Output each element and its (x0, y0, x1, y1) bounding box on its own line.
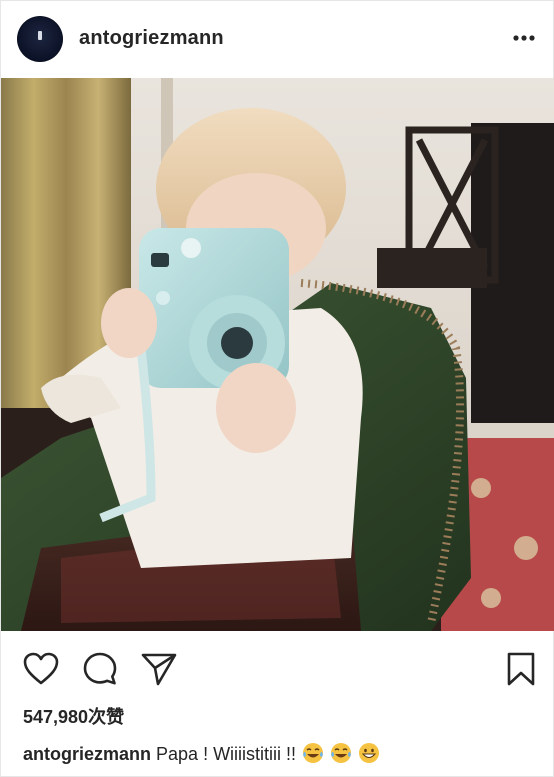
likes-count[interactable]: 547,980次赞 (23, 703, 124, 729)
grinning-emoji (359, 743, 380, 763)
comment-icon[interactable] (80, 649, 120, 689)
post-card: antogriezmann 547,980次赞 antogriezmann Pa… (0, 0, 554, 777)
caption-text: Papa ! Wiiiistitiii !! (156, 744, 297, 764)
laughing-tears-emoji (303, 743, 324, 763)
post-photo[interactable] (1, 78, 554, 631)
post-header: antogriezmann (1, 1, 554, 77)
laughing-tears-emoji (331, 743, 352, 763)
heart-icon[interactable] (21, 649, 61, 689)
more-options-icon[interactable] (510, 28, 538, 48)
avatar-mark (38, 31, 42, 40)
post-caption: antogriezmann Papa ! Wiiiistitiii !! (23, 742, 380, 765)
caption-username[interactable]: antogriezmann (23, 744, 151, 764)
paper-plane-icon[interactable] (139, 649, 179, 689)
bookmark-icon[interactable] (501, 649, 541, 689)
avatar[interactable] (17, 16, 63, 62)
post-username[interactable]: antogriezmann (79, 27, 224, 50)
